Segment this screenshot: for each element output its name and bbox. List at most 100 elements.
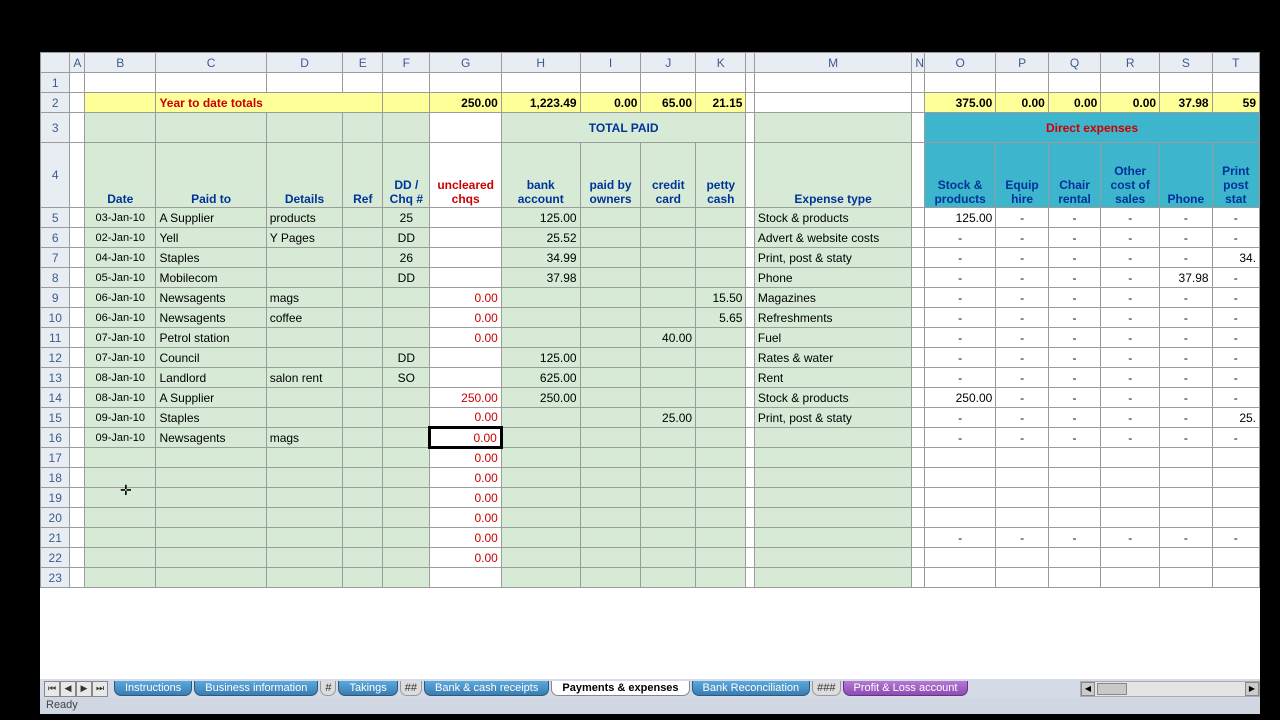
cell[interactable]: - [924,288,995,308]
cell[interactable] [430,568,501,588]
cell[interactable]: - [1212,208,1259,228]
column-header[interactable]: H [501,53,580,73]
row-header[interactable]: 11 [41,328,70,348]
sheet-tab[interactable]: Instructions [114,681,192,696]
sheet-tab[interactable]: Takings [338,681,397,696]
cell[interactable] [696,348,746,368]
cell[interactable]: 0.00 [430,488,501,508]
cell[interactable] [430,248,501,268]
cell[interactable] [912,308,925,328]
cell[interactable] [266,488,343,508]
cell[interactable] [912,488,925,508]
cell[interactable] [924,508,995,528]
cell[interactable] [343,428,383,448]
cell[interactable]: - [1160,408,1212,428]
cell[interactable]: - [996,348,1048,368]
cell[interactable] [696,428,746,448]
cell[interactable]: - [996,368,1048,388]
cell[interactable] [1101,568,1160,588]
cell[interactable]: Year to date totals [156,93,383,113]
cell[interactable] [343,388,383,408]
cell[interactable] [430,208,501,228]
cell[interactable] [1212,448,1259,468]
cell[interactable]: - [1101,308,1160,328]
cell[interactable] [746,268,754,288]
cell[interactable] [266,508,343,528]
cell[interactable]: - [996,308,1048,328]
cell[interactable] [641,308,696,328]
cell[interactable]: 0.00 [430,448,501,468]
tab-last-icon[interactable]: ⏭ [92,681,108,697]
cell[interactable] [996,73,1048,93]
cell[interactable]: - [1212,288,1259,308]
cell[interactable] [70,448,85,468]
cell[interactable] [696,328,746,348]
cell[interactable]: A Supplier [156,388,266,408]
cell[interactable] [746,328,754,348]
cell[interactable] [343,568,383,588]
cell[interactable]: Petrol station [156,328,266,348]
cell[interactable] [924,488,995,508]
cell[interactable] [85,568,156,588]
cell[interactable]: 37.98 [501,268,580,288]
cell[interactable] [343,208,383,228]
cell[interactable] [266,268,343,288]
row-header[interactable]: 22 [41,548,70,568]
cell[interactable] [1101,508,1160,528]
cell[interactable]: 08-Jan-10 [85,368,156,388]
cell[interactable] [580,368,641,388]
cell[interactable] [912,228,925,248]
cell[interactable]: - [1160,228,1212,248]
cell[interactable] [430,73,501,93]
cell[interactable] [70,348,85,368]
cell[interactable] [343,408,383,428]
cell[interactable] [912,408,925,428]
cell[interactable] [746,73,754,93]
cell[interactable] [746,488,754,508]
cell[interactable]: 37.98 [1160,93,1212,113]
cell[interactable] [383,528,430,548]
row-header[interactable]: 8 [41,268,70,288]
cell[interactable] [1160,548,1212,568]
column-header[interactable]: C [156,53,266,73]
cell[interactable] [343,508,383,528]
cell[interactable] [70,468,85,488]
cell[interactable] [343,468,383,488]
cell[interactable] [383,73,430,93]
cell[interactable]: Print, post & staty [754,408,911,428]
tab-next-icon[interactable]: ▶ [76,681,92,697]
cell[interactable] [641,388,696,408]
cell[interactable] [156,568,266,588]
cell[interactable]: - [924,408,995,428]
cell[interactable]: 0.00 [430,428,501,448]
cell[interactable] [85,73,156,93]
cell[interactable]: - [1160,288,1212,308]
cell[interactable] [501,288,580,308]
cell[interactable]: - [996,528,1048,548]
cell[interactable]: Stock & products [754,388,911,408]
cell[interactable]: - [1212,228,1259,248]
cell[interactable] [383,93,430,113]
column-header[interactable]: J [641,53,696,73]
row-header[interactable]: 14 [41,388,70,408]
cell[interactable] [70,248,85,268]
cell[interactable] [996,548,1048,568]
cell[interactable] [912,268,925,288]
cell[interactable] [996,468,1048,488]
cell[interactable] [1160,448,1212,468]
cell[interactable] [266,348,343,368]
cell[interactable] [1048,488,1100,508]
cell[interactable]: Staples [156,248,266,268]
cell[interactable] [754,468,911,488]
column-header[interactable]: R [1101,53,1160,73]
cell[interactable]: 0.00 [430,408,501,428]
cell[interactable]: Landlord [156,368,266,388]
cell[interactable] [266,388,343,408]
cell[interactable] [383,548,430,568]
cell[interactable]: Phone [754,268,911,288]
cell[interactable]: 59 [1212,93,1259,113]
cell[interactable] [912,388,925,408]
cell[interactable]: 06-Jan-10 [85,308,156,328]
cell[interactable]: - [924,268,995,288]
cell[interactable]: - [1160,208,1212,228]
